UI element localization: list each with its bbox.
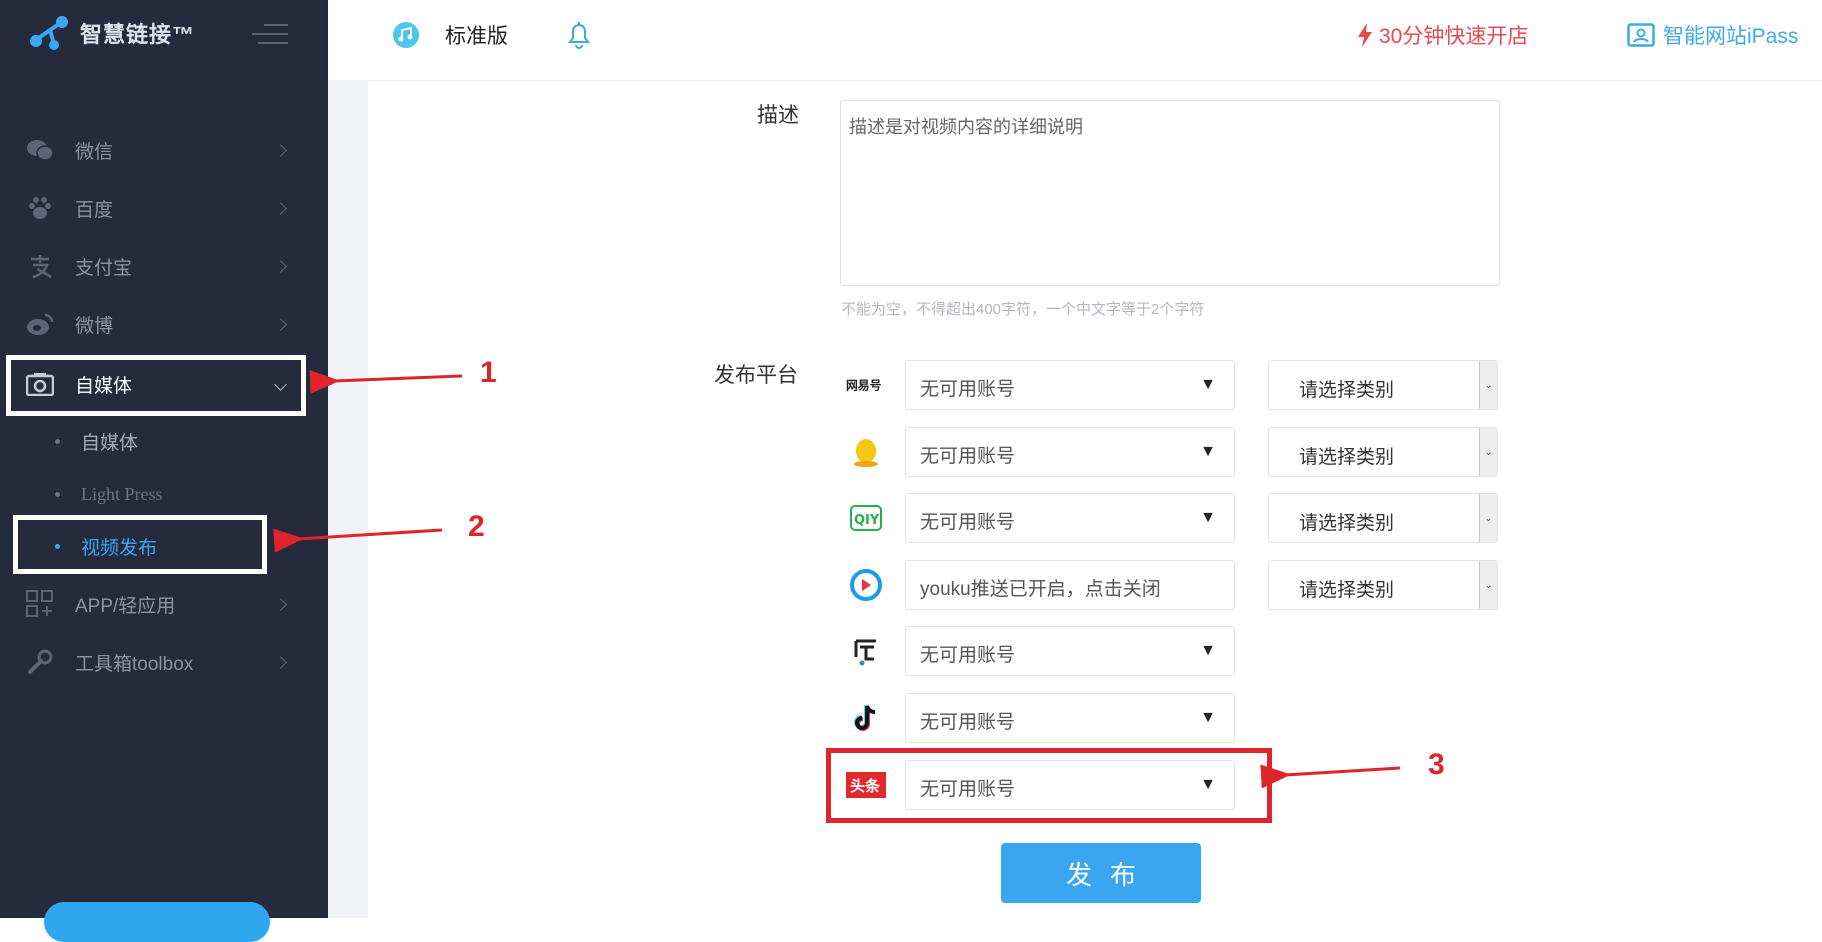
annotation-number-3: 3	[1428, 748, 1445, 781]
annotation-number-2: 2	[468, 510, 485, 543]
annotation-arrows	[273, 369, 1401, 789]
annotation-number-1: 1	[480, 356, 497, 389]
